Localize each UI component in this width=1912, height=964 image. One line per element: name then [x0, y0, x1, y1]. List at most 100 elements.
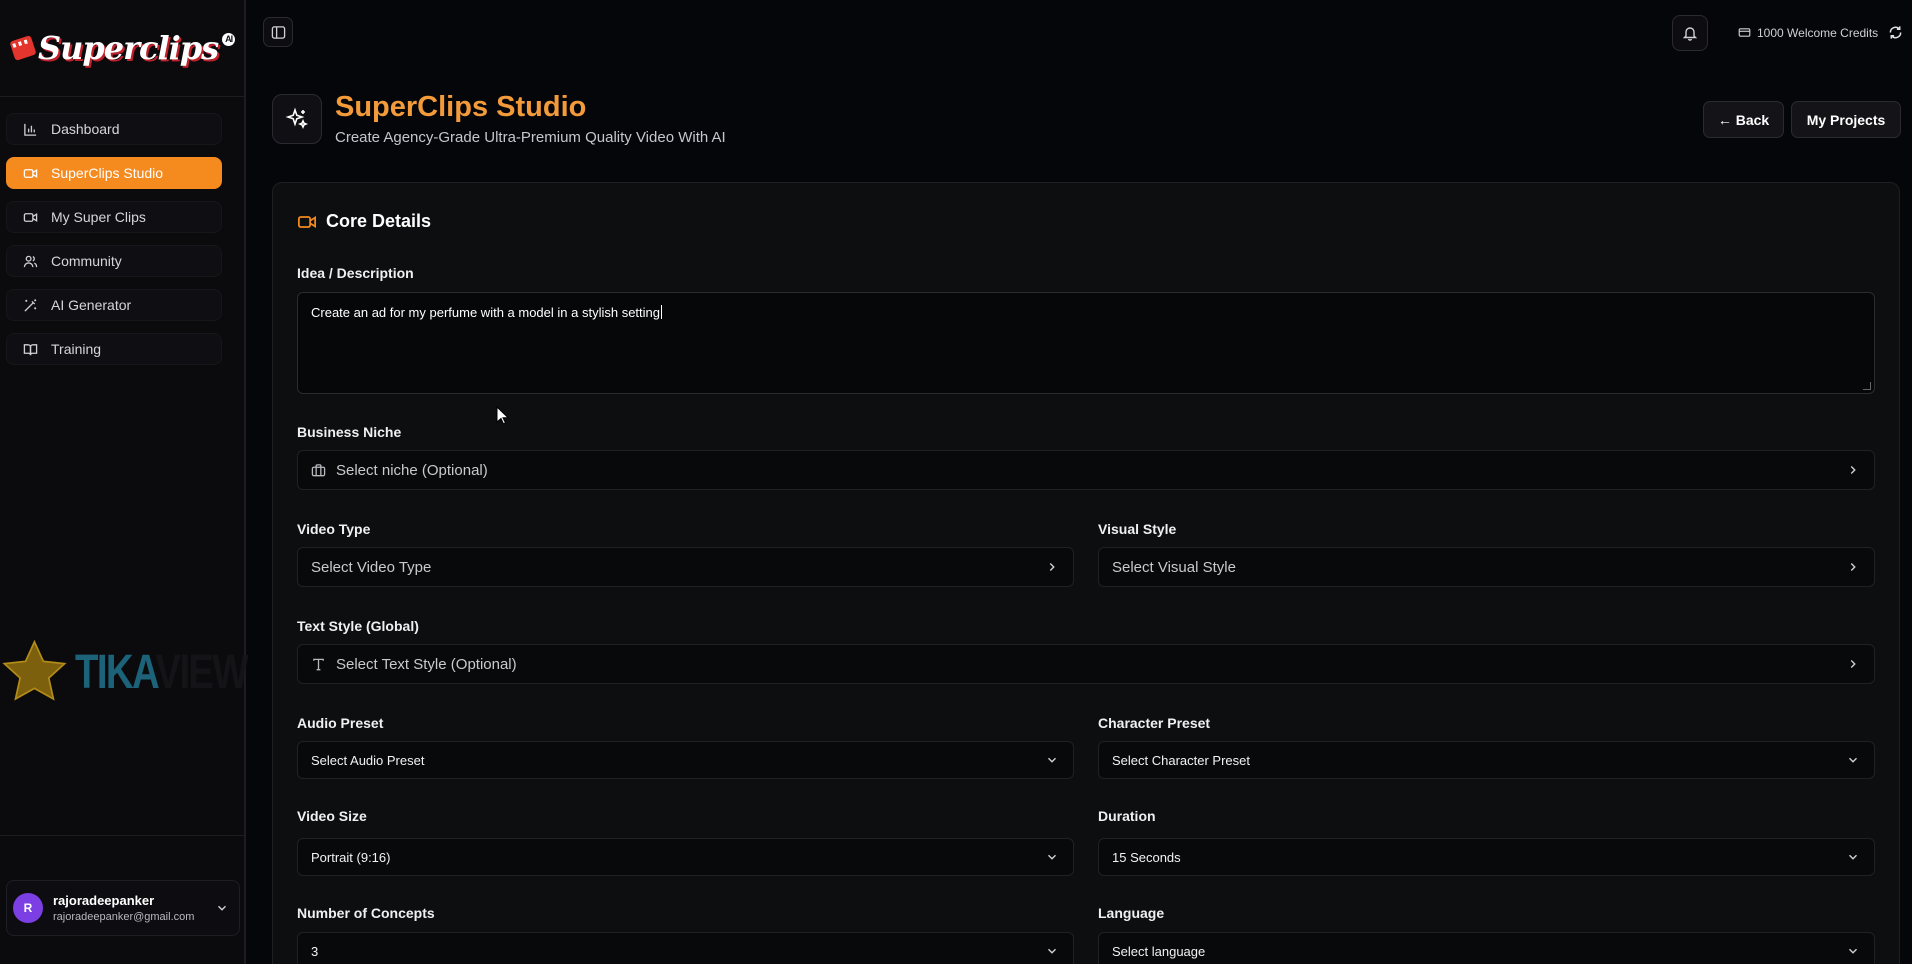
video-icon: [298, 215, 316, 228]
visual-style-label: Visual Style: [1098, 521, 1177, 537]
duration-value: 15 Seconds: [1112, 849, 1181, 865]
language-select[interactable]: Select language: [1098, 932, 1875, 964]
video-size-select[interactable]: Portrait (9:16): [297, 838, 1074, 876]
sidebar-item-superclips-studio[interactable]: SuperClips Studio: [6, 157, 222, 189]
visual-style-select[interactable]: Select Visual Style: [1098, 547, 1875, 587]
users-icon: [23, 255, 38, 267]
sidebar: Superclips AI Dashboard SuperClips Studi…: [0, 0, 246, 964]
panel-left-icon: [271, 25, 285, 39]
superclips-logo[interactable]: Superclips AI: [9, 29, 236, 67]
credits-display: 1000 Welcome Credits: [1738, 25, 1903, 40]
video-type-select[interactable]: Select Video Type: [297, 547, 1074, 587]
sidebar-item-community[interactable]: Community: [6, 245, 222, 277]
sidebar-item-label: Dashboard: [51, 121, 120, 137]
topbar: 1000 Welcome Credits: [248, 0, 1912, 68]
sidebar-nav: Dashboard SuperClips Studio My Super Cli…: [0, 97, 244, 365]
chevron-down-icon: [1849, 948, 1857, 954]
my-projects-button[interactable]: My Projects: [1791, 101, 1901, 138]
resize-handle[interactable]: [1863, 382, 1871, 390]
chevron-right-icon: [1850, 466, 1856, 474]
idea-text: Create an ad for my perfume with a model…: [311, 305, 660, 320]
chevron-down-icon: [1048, 854, 1056, 860]
watermark-text-b: VIEW: [155, 645, 248, 699]
language-label: Language: [1098, 905, 1165, 921]
idea-textarea[interactable]: Create an ad for my perfume with a model…: [297, 292, 1875, 394]
book-icon: [23, 343, 38, 355]
sidebar-item-label: Community: [51, 253, 122, 269]
sidebar-item-label: SuperClips Studio: [51, 165, 164, 181]
sidebar-item-training[interactable]: Training: [6, 333, 222, 365]
audio-preset-value: Select Audio Preset: [311, 752, 425, 768]
text-style-label: Text Style (Global): [297, 618, 419, 634]
audio-preset-select[interactable]: Select Audio Preset: [297, 741, 1074, 779]
sidebar-item-my-super-clips[interactable]: My Super Clips: [6, 201, 222, 233]
bell-icon: [1682, 27, 1698, 41]
sparkles-icon: [285, 107, 309, 130]
business-niche-label: Business Niche: [297, 424, 402, 440]
back-button[interactable]: ← Back: [1703, 101, 1784, 138]
watermark-text-a: TIKA: [74, 645, 157, 699]
credit-card-icon: [1738, 28, 1751, 37]
magic-wand-icon: [24, 298, 37, 312]
watermark-text: TIKAVIEW: [74, 645, 249, 700]
audio-preset-label: Audio Preset: [297, 715, 384, 731]
user-menu[interactable]: R rajoradeepanker rajoradeepanker@gmail.…: [6, 880, 240, 936]
refresh-icon[interactable]: [1888, 25, 1903, 40]
character-preset-select[interactable]: Select Character Preset: [1098, 741, 1875, 779]
mouse-cursor-icon: [496, 406, 510, 425]
video-icon: [23, 168, 38, 178]
chevron-right-icon: [1850, 563, 1856, 571]
user-email: rajoradeepanker@gmail.com: [53, 911, 195, 923]
page-subtitle: Create Agency-Grade Ultra-Premium Qualit…: [335, 129, 726, 146]
chevron-right-icon: [1049, 563, 1055, 571]
duration-select[interactable]: 15 Seconds: [1098, 838, 1875, 876]
concepts-select[interactable]: 3: [297, 932, 1074, 964]
watermark: TIKAVIEW: [0, 632, 290, 712]
user-info: rajoradeepanker rajoradeepanker@gmail.co…: [53, 893, 194, 923]
chevron-down-icon: [1048, 948, 1056, 954]
sidebar-item-dashboard[interactable]: Dashboard: [6, 113, 222, 145]
studio-icon-box: [272, 94, 322, 144]
video-size-label: Video Size: [297, 808, 367, 824]
language-value: Select language: [1112, 943, 1206, 959]
video-size-value: Portrait (9:16): [311, 849, 391, 865]
avatar: R: [13, 893, 43, 923]
logo-area: Superclips AI: [0, 0, 244, 97]
page-title: SuperClips Studio: [335, 91, 587, 123]
sidebar-item-label: Training: [51, 341, 102, 357]
visual-style-placeholder: Select Visual Style: [1112, 558, 1236, 576]
character-preset-label: Character Preset: [1098, 715, 1211, 731]
section-title-text: Core Details: [326, 211, 432, 231]
notifications-button[interactable]: [1672, 15, 1708, 51]
chevron-down-icon: [1849, 757, 1857, 763]
text-icon: [313, 658, 324, 670]
clapperboard-icon: [9, 35, 37, 61]
chevron-down-icon: [1048, 757, 1056, 763]
concepts-label: Number of Concepts: [297, 905, 435, 921]
concepts-value: 3: [311, 943, 319, 959]
business-niche-placeholder: Select niche (Optional): [336, 461, 488, 479]
chevron-right-icon: [1850, 660, 1856, 668]
user-name: rajoradeepanker: [53, 893, 155, 908]
video-type-placeholder: Select Video Type: [311, 558, 432, 576]
video-icon: [23, 212, 38, 222]
star-icon: [2, 639, 67, 701]
chevron-down-icon: [218, 905, 226, 911]
duration-label: Duration: [1098, 808, 1156, 824]
briefcase-icon: [311, 463, 326, 476]
text-style-select[interactable]: Select Text Style (Optional): [297, 644, 1875, 684]
sidebar-item-label: AI Generator: [51, 297, 132, 313]
text-caret: [661, 305, 662, 319]
credits-text: 1000 Welcome Credits: [1757, 25, 1879, 40]
logo-ai-badge: AI: [222, 32, 236, 46]
bar-chart-icon: [24, 123, 37, 136]
text-style-placeholder: Select Text Style (Optional): [336, 655, 517, 673]
sidebar-toggle-button[interactable]: [263, 17, 293, 47]
chevron-down-icon: [1849, 854, 1857, 860]
business-niche-select[interactable]: Select niche (Optional): [297, 450, 1875, 490]
sidebar-item-label: My Super Clips: [51, 209, 146, 225]
video-type-label: Video Type: [297, 521, 371, 537]
section-title: Core Details: [297, 211, 431, 232]
sidebar-item-ai-generator[interactable]: AI Generator: [6, 289, 222, 321]
sidebar-divider: [0, 835, 244, 836]
